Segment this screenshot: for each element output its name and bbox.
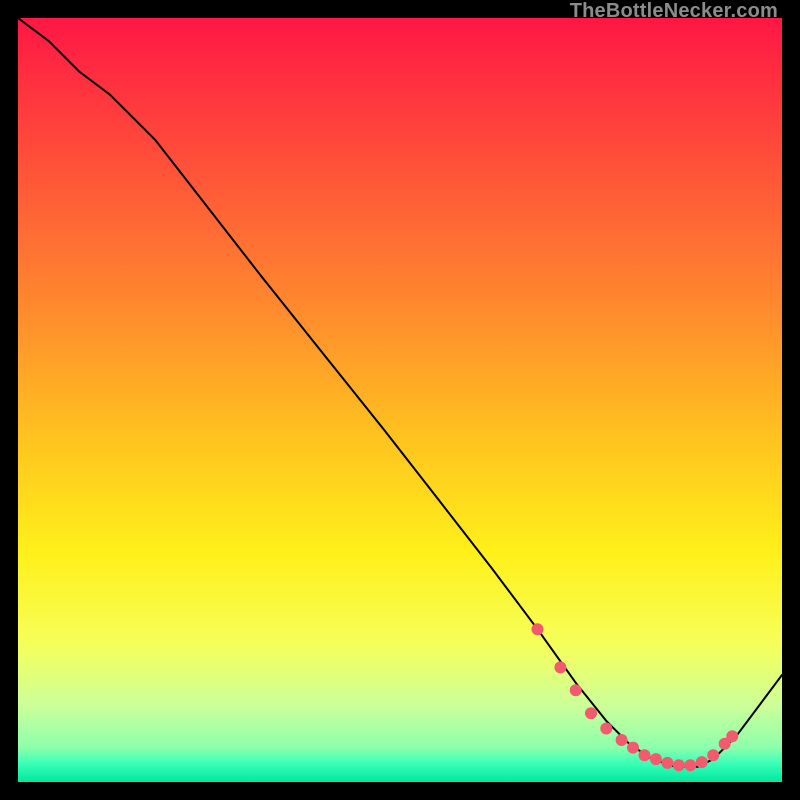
marker-dot [696,756,708,768]
marker-dot [554,661,566,673]
marker-dot [616,734,628,746]
marker-dot [707,749,719,761]
marker-dot [570,684,582,696]
marker-dot [650,753,662,765]
marker-dot [600,723,612,735]
marker-dot [627,742,639,754]
watermark-text: TheBottleNecker.com [570,0,778,23]
marker-dot [673,759,685,771]
marker-dot [585,707,597,719]
marker-dot [639,749,651,761]
chart-frame [18,18,782,782]
marker-dot [661,757,673,769]
marker-dot [726,730,738,742]
chart-svg [18,18,782,782]
chart-background [18,18,782,782]
marker-dot [684,759,696,771]
marker-dot [532,623,544,635]
